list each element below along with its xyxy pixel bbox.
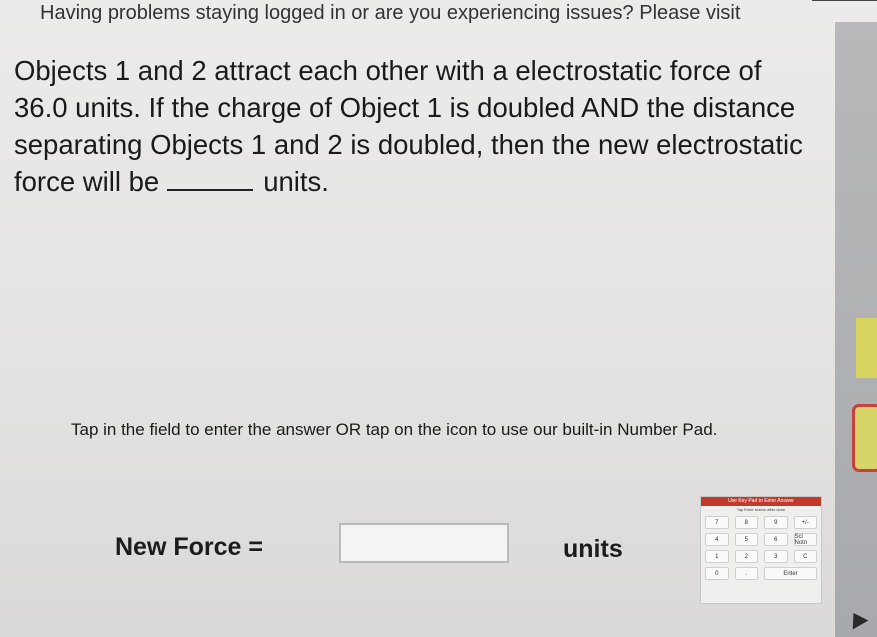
side-tab-top[interactable] <box>856 318 877 378</box>
numpad-key-4[interactable]: 4 <box>705 533 729 546</box>
new-force-input[interactable] <box>339 523 509 563</box>
question-text-before: Objects 1 and 2 attract each other with … <box>14 55 803 197</box>
numpad-key-3[interactable]: 3 <box>764 550 788 563</box>
login-issues-banner: Having problems staying logged in or are… <box>40 2 741 24</box>
numpad-key-6[interactable]: 6 <box>764 533 788 546</box>
numpad-title: Use Key Pad to Enter Answer <box>701 497 821 506</box>
numpad-key-clear[interactable]: C <box>793 550 817 563</box>
number-pad-icon[interactable]: Use Key Pad to Enter Answer Tap Enter bu… <box>700 496 822 604</box>
numpad-key-2[interactable]: 2 <box>734 550 758 563</box>
numpad-key-8[interactable]: 8 <box>734 516 758 529</box>
banner-divider <box>812 0 877 1</box>
numpad-key-decimal[interactable]: . <box>734 567 758 580</box>
question-text-after: units. <box>263 166 329 197</box>
numpad-key-sign[interactable]: +/- <box>793 516 817 529</box>
numpad-subtitle: Tap Enter button after done <box>736 507 786 512</box>
numpad-key-sci-notation[interactable]: Sci Notn <box>793 533 817 546</box>
numpad-keys: 7 8 9 +/- 4 5 6 Sci Notn 1 2 3 C 0 . Ent… <box>701 514 821 582</box>
answer-blank <box>167 189 254 191</box>
numpad-key-5[interactable]: 5 <box>734 533 758 546</box>
side-tab-highlighted[interactable] <box>852 404 877 472</box>
numpad-key-9[interactable]: 9 <box>764 516 788 529</box>
new-force-label: New Force = <box>115 533 263 561</box>
question-text: Objects 1 and 2 attract each other with … <box>14 52 814 200</box>
instruction-text: Tap in the field to enter the answer OR … <box>71 420 718 439</box>
numpad-key-1[interactable]: 1 <box>705 550 729 563</box>
numpad-key-0[interactable]: 0 <box>705 567 729 580</box>
units-label: units <box>563 535 623 563</box>
numpad-key-7[interactable]: 7 <box>705 516 729 529</box>
numpad-key-enter[interactable]: Enter <box>764 567 817 580</box>
